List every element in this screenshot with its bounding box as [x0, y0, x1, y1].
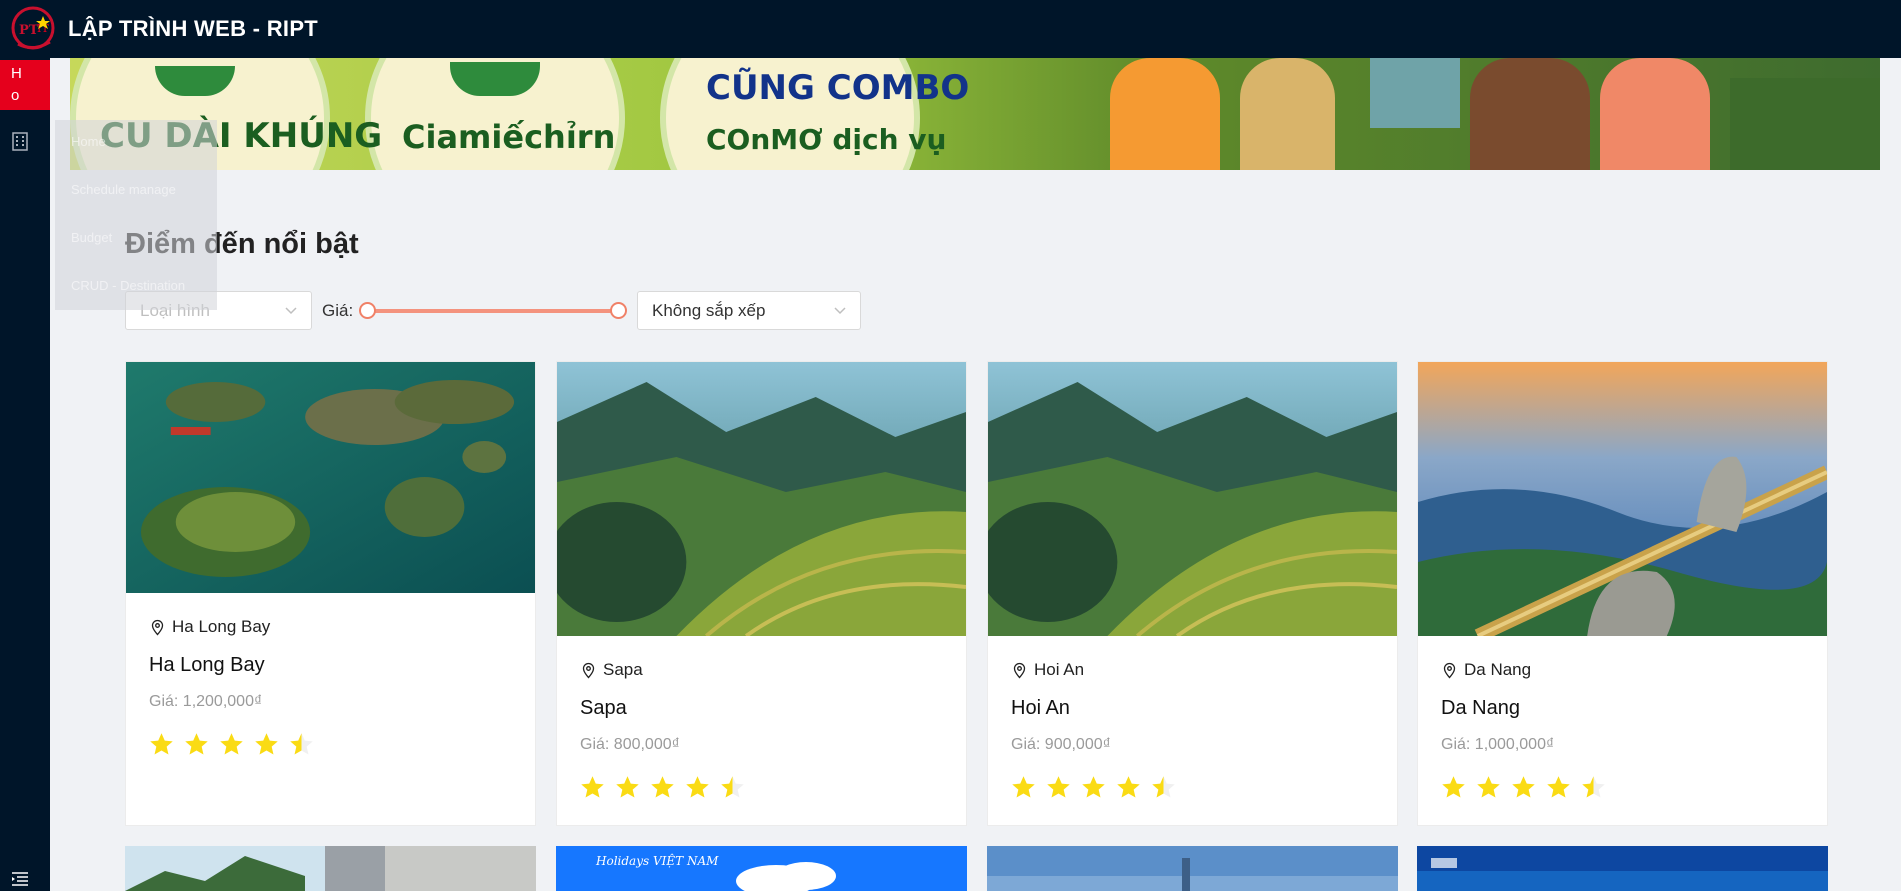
card-title: Da Nang: [1441, 697, 1520, 719]
sort-select-value: Không sắp xếp: [652, 300, 766, 320]
card-location-text: Ha Long Bay: [172, 617, 271, 636]
price-label: Giá:: [322, 301, 354, 320]
star-icon[interactable]: [183, 731, 210, 758]
destination-image[interactable]: [557, 362, 966, 636]
star-icon[interactable]: [1510, 774, 1537, 801]
location-pin-icon: [151, 619, 164, 635]
destination-card-partial[interactable]: [987, 846, 1398, 891]
sidebar-active-letter-1: H: [11, 65, 22, 82]
star-icon[interactable]: [1080, 774, 1107, 801]
card-location-text: Sapa: [603, 660, 643, 679]
banner-person-illustration: [1110, 58, 1220, 170]
sort-select[interactable]: Không sắp xếp: [637, 291, 861, 330]
card-price: Giá: 800,000₫: [580, 736, 680, 753]
star-icon[interactable]: [1115, 774, 1142, 801]
star-icon[interactable]: [719, 774, 746, 801]
star-rating[interactable]: [148, 731, 323, 758]
card-location-text: Da Nang: [1464, 660, 1532, 679]
svg-text:PT: PT: [19, 23, 39, 38]
menu-collapse-icon[interactable]: [9, 868, 31, 890]
banner-person-illustration: [1470, 58, 1590, 170]
top-header: PT IT LẬP TRÌNH WEB - RIPT: [0, 0, 1901, 58]
star-icon[interactable]: [253, 731, 280, 758]
sidebar: H o: [0, 58, 50, 891]
float-menu-item-home[interactable]: Home: [71, 134, 106, 149]
destination-image[interactable]: [1418, 362, 1827, 636]
card-price: Giá: 1,000,000₫: [1441, 736, 1555, 753]
location-pin-icon: [1443, 662, 1456, 678]
chevron-down-icon: [832, 302, 848, 318]
star-icon[interactable]: [1545, 774, 1572, 801]
destination-card[interactable]: Hoi An Hoi An Giá: 900,000₫: [987, 361, 1398, 826]
banner-text-4: COnMƠ dịch vụ: [706, 123, 947, 156]
card-location: Hoi An: [1011, 660, 1084, 680]
star-rating[interactable]: [1010, 774, 1185, 801]
float-menu-item-budget[interactable]: Budget: [71, 230, 112, 245]
sidebar-item-home[interactable]: H o: [0, 60, 50, 110]
destination-card[interactable]: Da Nang Da Nang Giá: 1,000,000₫: [1417, 361, 1828, 826]
sidebar-active-letter-2: o: [11, 87, 20, 104]
hand-leaf-icon: [450, 62, 540, 96]
destination-image[interactable]: [988, 362, 1397, 636]
banner-waterfall-illustration: [1370, 58, 1460, 128]
app-title: LẬP TRÌNH WEB - RIPT: [68, 16, 319, 41]
star-icon[interactable]: [684, 774, 711, 801]
ptit-logo[interactable]: PT IT: [8, 4, 58, 54]
card-price: Giá: 1,200,000₫: [149, 693, 263, 710]
price-slider-track[interactable]: [368, 309, 619, 313]
card-title: Hoi An: [1011, 697, 1070, 719]
star-icon[interactable]: [1580, 774, 1607, 801]
star-icon[interactable]: [218, 731, 245, 758]
star-icon[interactable]: [1150, 774, 1177, 801]
destination-image[interactable]: [126, 362, 535, 593]
chevron-down-icon: [283, 302, 299, 318]
banner-text-3: CŨNG COMBO: [706, 68, 970, 108]
card-title: Sapa: [580, 697, 627, 719]
star-icon[interactable]: [288, 731, 315, 758]
float-menu-item-crud-destination[interactable]: CRUD - Destination: [71, 278, 185, 293]
location-pin-icon: [1013, 662, 1026, 678]
star-icon[interactable]: [579, 774, 606, 801]
card-location: Sapa: [580, 660, 643, 680]
star-icon[interactable]: [1475, 774, 1502, 801]
floating-nav-menu: Home Schedule manage Budget CRUD - Desti…: [55, 120, 217, 310]
building-icon[interactable]: [9, 130, 31, 152]
banner-person-illustration: [1600, 58, 1710, 170]
destination-card[interactable]: Sapa Sapa Giá: 800,000₫: [556, 361, 967, 826]
star-icon[interactable]: [614, 774, 641, 801]
price-slider-max-handle[interactable]: [610, 302, 627, 319]
holidays-logo-text: Holidays VIỆT NAM: [596, 854, 719, 868]
star-icon[interactable]: [1440, 774, 1467, 801]
card-location: Ha Long Bay: [149, 617, 270, 637]
card-location: Da Nang: [1441, 660, 1531, 680]
banner-person-illustration: [1240, 58, 1335, 170]
price-slider-min-handle[interactable]: [359, 302, 376, 319]
card-title: Ha Long Bay: [149, 654, 265, 676]
card-location-text: Hoi An: [1034, 660, 1085, 679]
banner-text-2: Ciamiếchỉrn: [402, 118, 616, 156]
float-menu-item-schedule[interactable]: Schedule manage: [71, 182, 176, 197]
star-rating[interactable]: [1440, 774, 1615, 801]
star-rating[interactable]: [579, 774, 754, 801]
destination-card-partial[interactable]: Holidays VIỆT NAM: [556, 846, 967, 891]
banner-foliage-illustration: [1730, 78, 1880, 170]
location-pin-icon: [582, 662, 595, 678]
star-icon[interactable]: [649, 774, 676, 801]
star-icon[interactable]: [1045, 774, 1072, 801]
star-icon[interactable]: [1010, 774, 1037, 801]
destination-card-partial[interactable]: [1417, 846, 1828, 891]
destination-card[interactable]: Ha Long Bay Ha Long Bay Giá: 1,200,000₫: [125, 361, 536, 826]
card-price: Giá: 900,000₫: [1011, 736, 1111, 753]
star-icon[interactable]: [148, 731, 175, 758]
destination-card-partial[interactable]: [125, 846, 536, 891]
promo-banner: CU DÀI KHÚNG Ciamiếchỉrn CŨNG COMBO COnM…: [70, 58, 1880, 170]
